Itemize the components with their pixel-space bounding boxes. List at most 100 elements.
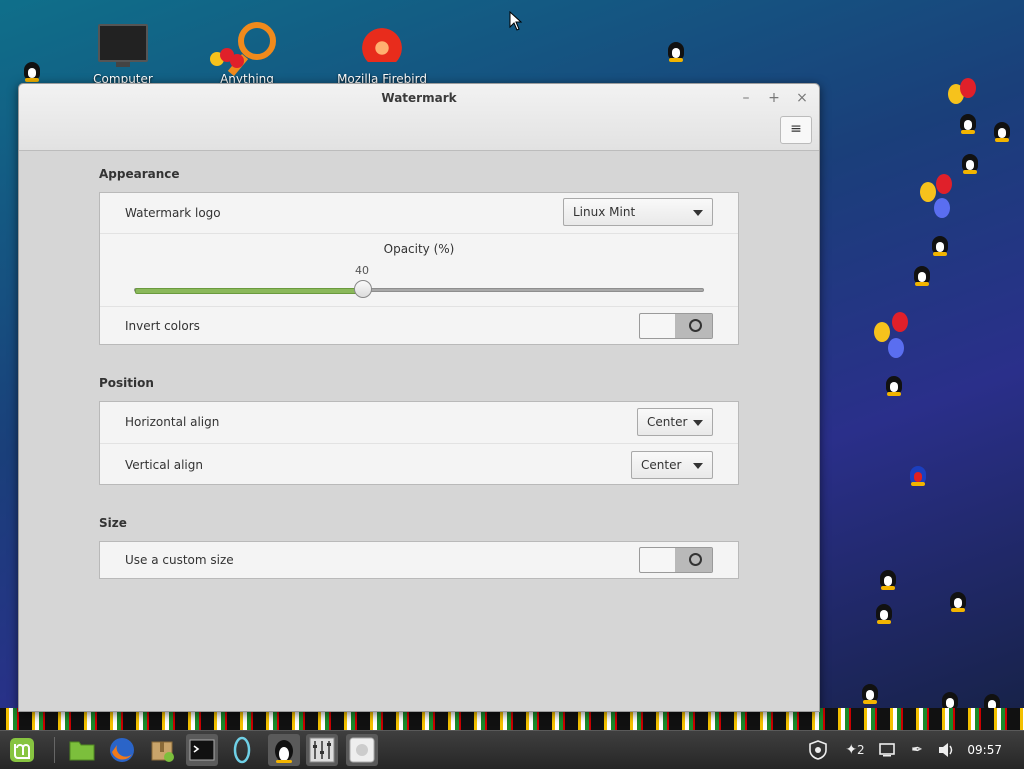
notification-icon: ✦ bbox=[845, 742, 858, 758]
ring-icon bbox=[233, 736, 251, 764]
opacity-slider-fill bbox=[135, 288, 365, 294]
clock[interactable]: 09:57 bbox=[967, 731, 1002, 769]
mint-menu-button[interactable] bbox=[6, 734, 38, 766]
pen-icon: ✒ bbox=[911, 742, 923, 758]
close-button[interactable]: × bbox=[793, 89, 811, 107]
custom-size-label: Use a custom size bbox=[125, 553, 234, 567]
volume-tray[interactable] bbox=[936, 734, 958, 766]
pen-tray[interactable]: ✒ bbox=[906, 734, 928, 766]
horizontal-align-label: Horizontal align bbox=[125, 415, 220, 429]
invert-colors-switch[interactable] bbox=[639, 313, 713, 339]
update-manager-tray[interactable] bbox=[806, 734, 830, 766]
archive-manager-icon bbox=[151, 741, 174, 762]
horizontal-align-row: Horizontal align Center bbox=[100, 402, 738, 443]
dropdown-arrow-icon bbox=[693, 463, 703, 469]
section-title-size: Size bbox=[99, 516, 127, 530]
penguin-decoration bbox=[948, 588, 968, 612]
display-icon bbox=[879, 743, 895, 757]
desktop-icon-anything[interactable]: Anything bbox=[192, 22, 302, 86]
custom-size-switch[interactable] bbox=[639, 547, 713, 573]
minimize-button[interactable]: – bbox=[737, 89, 755, 107]
custom-size-row: Use a custom size bbox=[100, 542, 738, 578]
penguin-decoration bbox=[666, 38, 686, 62]
watermark-app-launcher[interactable] bbox=[346, 734, 378, 766]
folder-icon bbox=[69, 741, 95, 761]
maximize-button[interactable]: + bbox=[765, 89, 783, 107]
firefox-icon bbox=[110, 738, 134, 762]
invert-colors-label: Invert colors bbox=[125, 319, 200, 333]
opacity-slider-thumb[interactable] bbox=[354, 280, 372, 298]
watermark-window: Watermark – + × ≡ Appearance Watermark l… bbox=[18, 83, 820, 712]
display-tray[interactable] bbox=[876, 734, 898, 766]
firefox-launcher[interactable] bbox=[106, 734, 138, 766]
penguin-decoration bbox=[960, 150, 980, 174]
balloon-decoration bbox=[888, 338, 904, 358]
mint-menu-icon bbox=[10, 738, 34, 762]
watermark-logo-label: Watermark logo bbox=[125, 206, 221, 220]
titlebar[interactable]: Watermark – + × ≡ bbox=[19, 84, 819, 151]
shield-icon bbox=[809, 740, 827, 760]
watermark-logo-dropdown[interactable]: Linux Mint bbox=[563, 198, 713, 226]
size-panel: Use a custom size bbox=[99, 541, 739, 579]
app-window-icon bbox=[349, 737, 375, 763]
archive-manager-launcher[interactable] bbox=[146, 734, 178, 766]
mouse-pointer-icon bbox=[509, 11, 523, 31]
desktop-icon-computer[interactable]: Computer bbox=[68, 22, 178, 86]
balloon-decoration bbox=[874, 322, 890, 342]
balloon-decoration bbox=[920, 182, 936, 202]
penguin-decoration bbox=[958, 110, 978, 134]
switch-off-icon bbox=[689, 553, 702, 566]
files-launcher[interactable] bbox=[66, 734, 98, 766]
vertical-align-label: Vertical align bbox=[125, 458, 203, 472]
taskbar: ✦ 2 ✒ 09:57 bbox=[0, 730, 1024, 769]
horizontal-align-value: Center bbox=[647, 415, 688, 429]
notification-count: 2 bbox=[857, 743, 865, 757]
balloon-decoration bbox=[960, 78, 976, 98]
vertical-align-value: Center bbox=[641, 458, 682, 472]
terminal-icon bbox=[189, 739, 215, 761]
terminal-launcher[interactable] bbox=[186, 734, 218, 766]
dropdown-arrow-icon bbox=[693, 420, 703, 426]
penguin-decoration bbox=[874, 600, 894, 624]
watermark-logo-value: Linux Mint bbox=[573, 205, 636, 219]
notifications-tray[interactable]: ✦ 2 bbox=[840, 734, 870, 766]
volume-icon bbox=[939, 743, 953, 757]
opacity-label: Opacity (%) bbox=[383, 242, 455, 256]
opacity-row: Opacity (%) 40 bbox=[100, 233, 738, 306]
section-title-position: Position bbox=[99, 376, 154, 390]
penguin-decoration bbox=[878, 566, 898, 590]
penguin-decoration bbox=[884, 372, 904, 396]
dropdown-arrow-icon bbox=[693, 210, 703, 216]
penguin-decoration bbox=[22, 58, 42, 82]
horizontal-align-dropdown[interactable]: Center bbox=[637, 408, 713, 436]
penguin-decoration bbox=[912, 262, 932, 286]
mixer-launcher[interactable] bbox=[306, 734, 338, 766]
vertical-align-dropdown[interactable]: Center bbox=[631, 451, 713, 479]
computer-icon bbox=[98, 24, 148, 67]
tux-icon bbox=[275, 740, 293, 763]
hamburger-menu-button[interactable]: ≡ bbox=[780, 116, 812, 144]
app-launcher[interactable] bbox=[226, 734, 258, 766]
hamburger-icon: ≡ bbox=[790, 121, 802, 137]
vertical-align-row: Vertical align Center bbox=[100, 443, 738, 484]
invert-colors-row: Invert colors bbox=[100, 306, 738, 344]
search-tool-icon bbox=[192, 22, 302, 68]
desktop-icon-firebird[interactable]: Mozilla Firebird bbox=[327, 22, 437, 86]
section-title-appearance: Appearance bbox=[99, 167, 180, 181]
firebird-icon bbox=[362, 22, 402, 62]
switch-off-icon bbox=[689, 319, 702, 332]
xpenguins-launcher[interactable] bbox=[268, 734, 300, 766]
penguin-decoration bbox=[930, 232, 950, 256]
balloon-decoration bbox=[892, 312, 908, 332]
opacity-slider[interactable] bbox=[134, 280, 704, 298]
balloon-decoration bbox=[934, 198, 950, 218]
taskbar-separator bbox=[54, 737, 55, 763]
penguin-decoration bbox=[908, 462, 928, 486]
position-panel: Horizontal align Center Vertical align C… bbox=[99, 401, 739, 485]
window-title: Watermark bbox=[381, 91, 457, 105]
balloon-decoration bbox=[936, 174, 952, 194]
penguin-decoration bbox=[992, 118, 1012, 142]
appearance-panel: Watermark logo Linux Mint Opacity (%) 40… bbox=[99, 192, 739, 345]
mixer-icon bbox=[309, 737, 335, 763]
watermark-logo-row: Watermark logo Linux Mint bbox=[100, 193, 738, 233]
